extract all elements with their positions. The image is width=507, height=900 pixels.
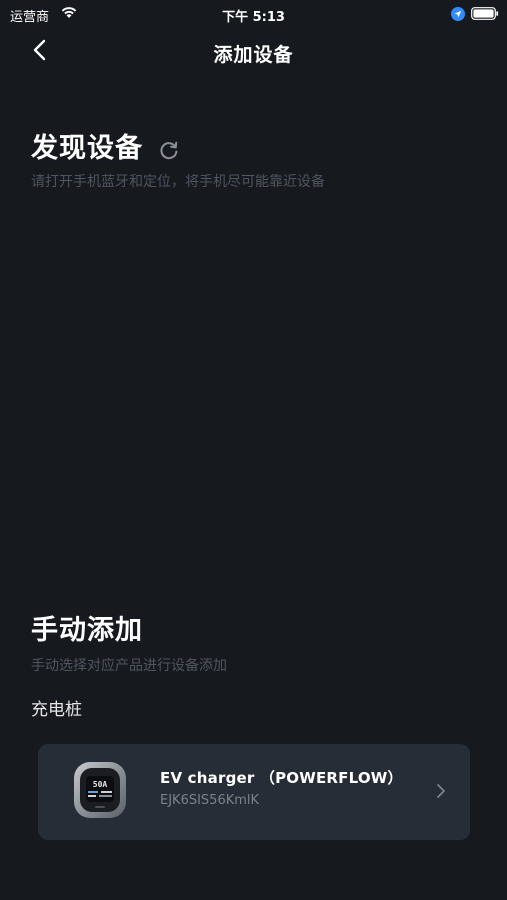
manual-add-title: 手动添加	[31, 615, 143, 646]
chevron-right-icon	[437, 784, 445, 798]
manual-add-hint: 手动选择对应产品进行设备添加	[31, 658, 227, 674]
page-title: 添加设备	[213, 44, 294, 66]
discover-hint: 请打开手机蓝牙和定位，将手机尽可能靠近设备	[31, 174, 325, 190]
discover-section: 发现设备 请打开手机蓝牙和定位，将手机尽可能靠近设备	[31, 126, 325, 191]
refresh-icon[interactable]	[158, 139, 180, 161]
manual-add-section: 手动添加 手动选择对应产品进行设备添加	[31, 608, 227, 675]
device-name: EV charger （POWERFLOW）	[160, 769, 403, 787]
device-card-ev-charger[interactable]: 50A EV charger （POWERFLOW） EJK6SIS56KmlK	[38, 744, 470, 840]
location-arrow-icon	[451, 7, 465, 21]
clock: 下午 5:13	[222, 10, 285, 25]
battery-icon	[471, 7, 499, 20]
nav-bar: 添加设备	[0, 32, 507, 72]
status-bar: 运营商 下午 5:13	[0, 0, 507, 28]
svg-text:50A: 50A	[93, 780, 108, 789]
discover-title: 发现设备	[31, 133, 143, 164]
device-id: EJK6SIS56KmlK	[160, 793, 260, 808]
ev-charger-image: 50A	[74, 762, 126, 818]
category-label: 充电桩	[31, 700, 82, 720]
